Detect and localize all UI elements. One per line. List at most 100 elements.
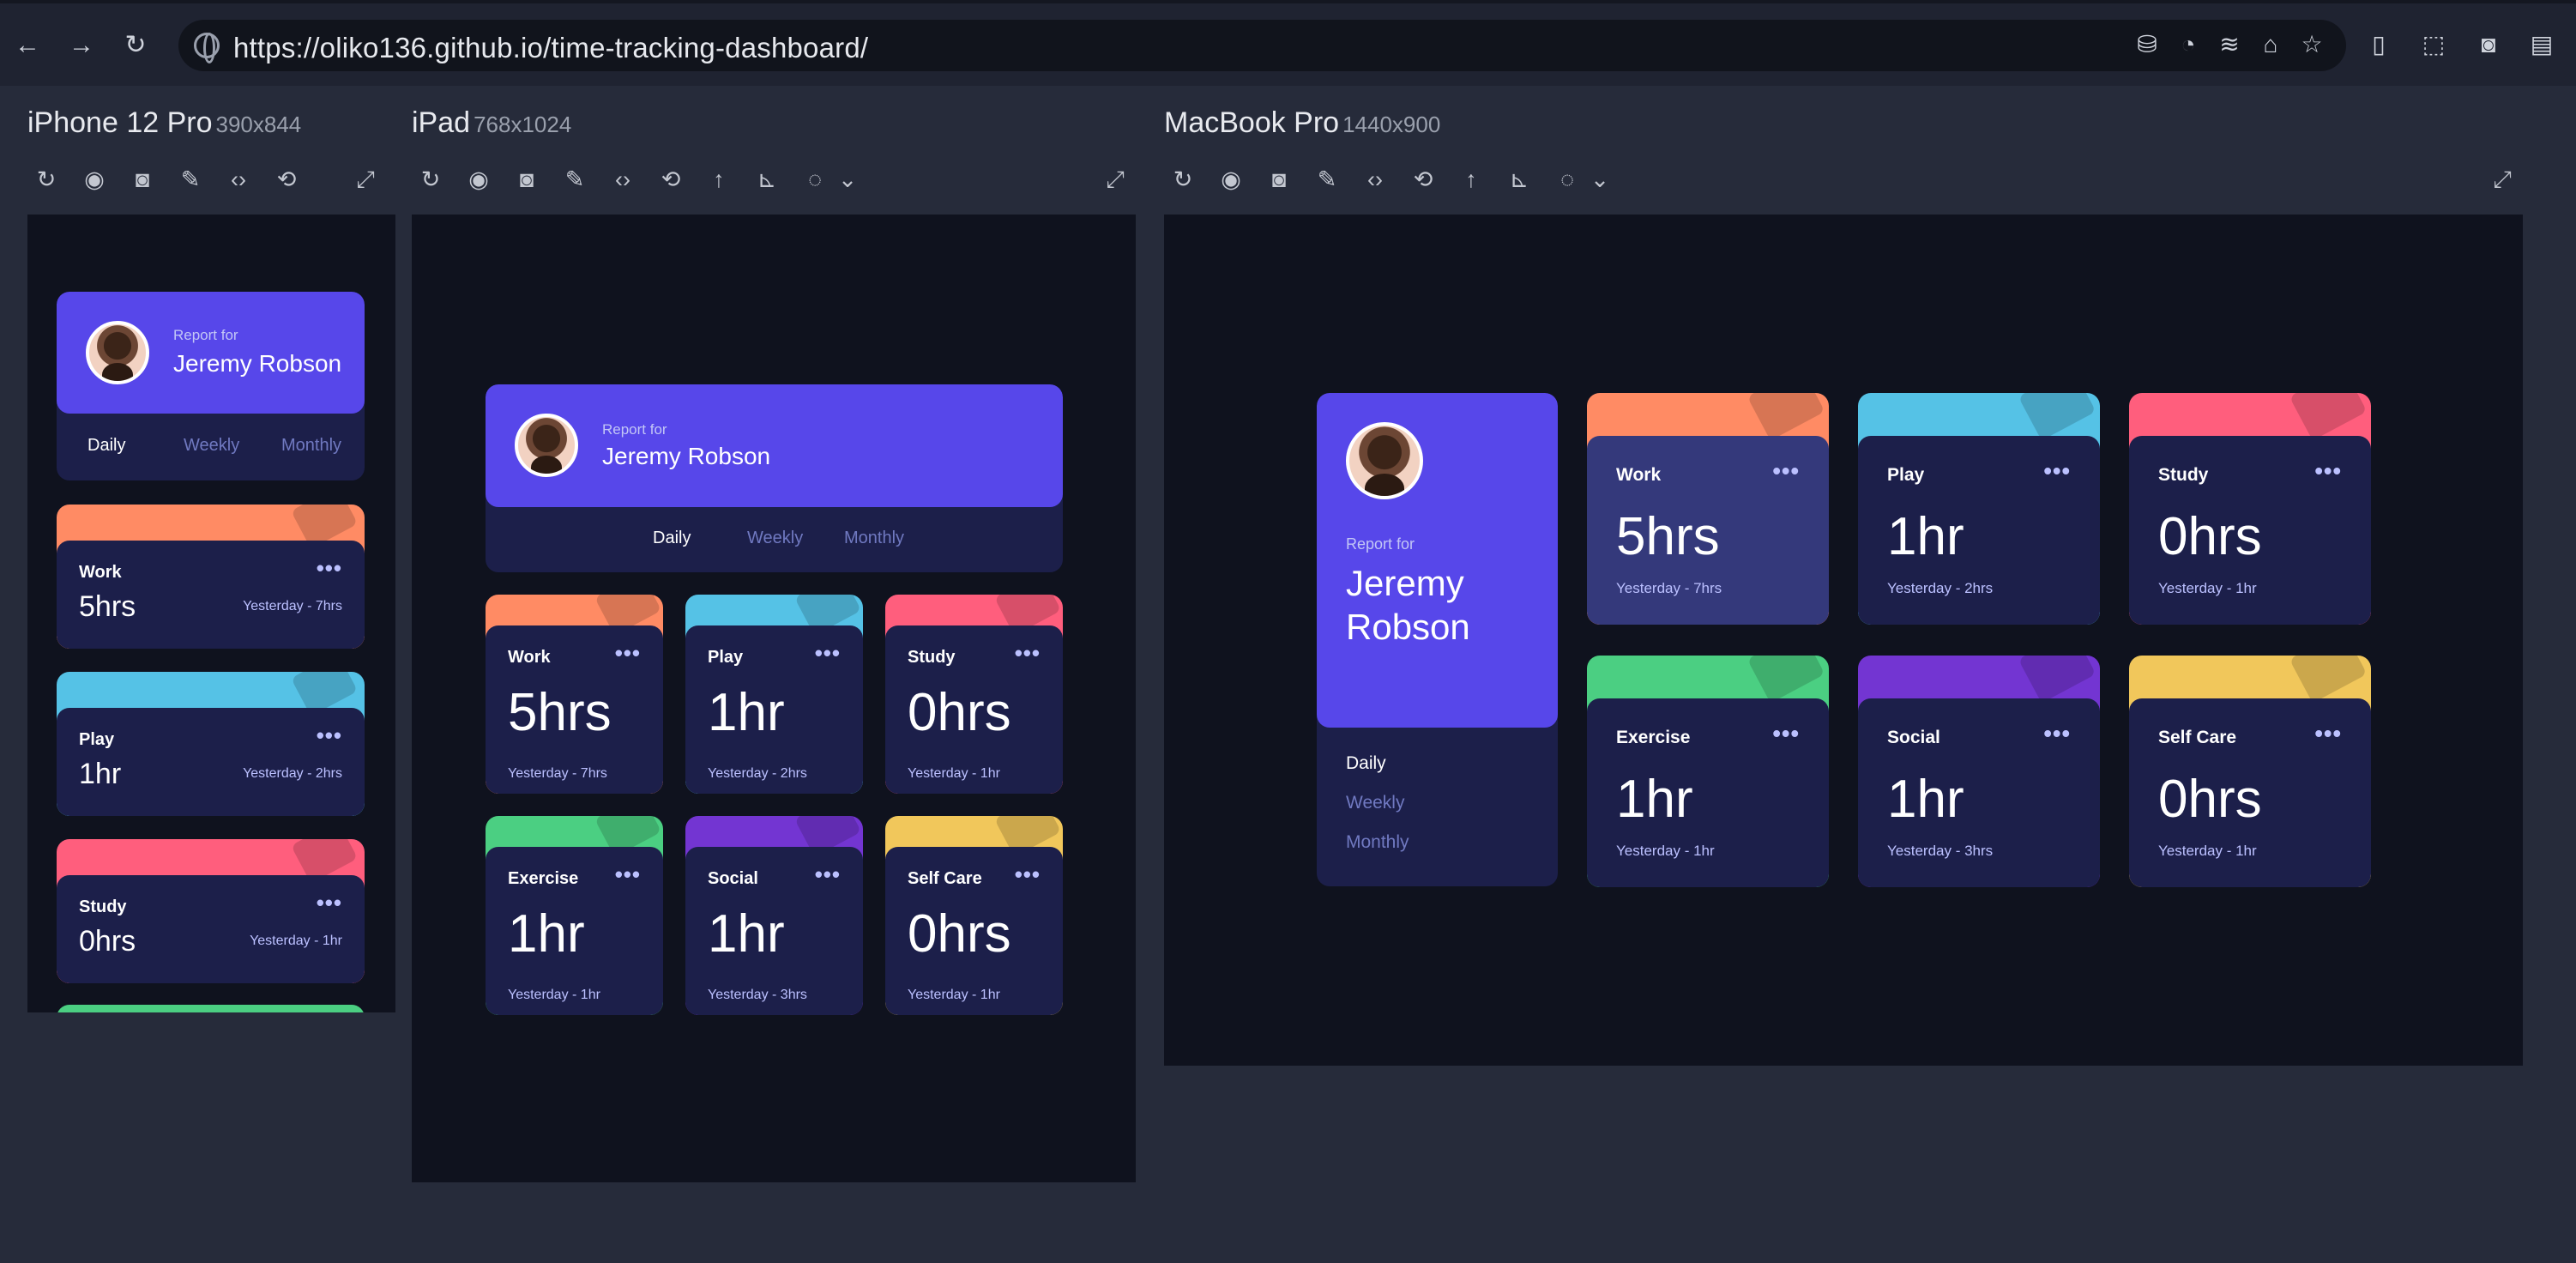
device-title-iphone: iPhone 12 Pro 390x844 xyxy=(27,106,301,140)
camera-icon[interactable]: ◙ xyxy=(1265,166,1293,193)
tab-monthly[interactable]: Monthly xyxy=(281,436,341,456)
code-icon[interactable]: ‹› xyxy=(225,166,252,193)
capture-icon[interactable]: ◉ xyxy=(81,166,108,193)
code-icon[interactable]: ‹› xyxy=(609,166,636,193)
ellipsis-icon[interactable]: ••• xyxy=(317,890,342,916)
activity-card-exercise[interactable]: Exercise ••• 1hr Yesterday - 1hr xyxy=(1587,656,1829,887)
activity-card-work[interactable]: Work ••• 5hrs Yesterday - 7hrs xyxy=(57,505,365,649)
activity-card-study[interactable]: Study ••• 0hrs Yesterday - 1hr xyxy=(885,595,1063,794)
tab-monthly[interactable]: Monthly xyxy=(1346,832,1409,853)
activity-card-self-care[interactable]: Self Care ••• 0hrs Yesterday - 1hr xyxy=(2129,656,2371,887)
previous-hours: Yesterday - 2hrs xyxy=(1887,580,1994,596)
report-for-label: Report for xyxy=(602,421,667,438)
ruler-icon[interactable]: ⊾ xyxy=(1505,166,1533,193)
ellipsis-icon[interactable]: ••• xyxy=(317,722,342,749)
home-icon[interactable]: ⌂ xyxy=(2258,32,2283,57)
pen-icon[interactable]: ✎ xyxy=(1313,166,1341,193)
chevron-icon[interactable]: ⌄ xyxy=(1586,166,1614,193)
activity-card-play[interactable]: Play ••• 1hr Yesterday - 2hrs xyxy=(57,672,365,816)
avatar xyxy=(86,321,149,384)
ellipsis-icon[interactable]: ••• xyxy=(317,555,342,582)
previous-hours: Yesterday - 3hrs xyxy=(708,988,807,1002)
previous-hours: Yesterday - 2hrs xyxy=(243,766,342,781)
activity-card-exercise[interactable]: Exercise ••• 1hr Yesterday - 1hr xyxy=(486,816,663,1015)
upload-icon[interactable]: ↑ xyxy=(1457,166,1485,193)
back-icon[interactable]: ← xyxy=(15,33,40,58)
activity-card-social[interactable]: Social ••• 1hr Yesterday - 3hrs xyxy=(685,816,863,1015)
database-icon[interactable]: ⛁ xyxy=(2134,32,2160,57)
ellipsis-icon[interactable]: ••• xyxy=(615,640,641,667)
activity-card-work[interactable]: Work ••• 5hrs Yesterday - 7hrs xyxy=(1587,393,1829,625)
document-icon[interactable]: ▤ xyxy=(2529,32,2555,57)
capture-icon[interactable]: ◉ xyxy=(1217,166,1245,193)
camera-icon[interactable]: ◙ xyxy=(129,166,156,193)
ellipsis-icon[interactable]: ••• xyxy=(2314,720,2342,747)
current-hours: 0hrs xyxy=(908,683,1011,742)
ellipsis-icon[interactable]: ••• xyxy=(1015,640,1041,667)
current-hours: 1hr xyxy=(708,683,785,742)
camera-icon[interactable]: ◙ xyxy=(2476,32,2501,57)
activity-card-study[interactable]: Study ••• 0hrs Yesterday - 1hr xyxy=(57,839,365,983)
ellipsis-icon[interactable]: ••• xyxy=(1015,861,1041,888)
activity-card-study[interactable]: Study ••• 0hrs Yesterday - 1hr xyxy=(2129,393,2371,625)
tab-weekly[interactable]: Weekly xyxy=(747,529,803,548)
ellipsis-icon[interactable]: ••• xyxy=(2043,457,2071,485)
tab-daily[interactable]: Daily xyxy=(1346,753,1386,774)
reload-icon[interactable]: ↻ xyxy=(1169,166,1197,193)
fullscreen-icon[interactable]: ⤢ xyxy=(1101,166,1129,193)
code-icon[interactable]: ‹› xyxy=(1361,166,1389,193)
pen-icon[interactable]: ✎ xyxy=(561,166,588,193)
star-icon[interactable]: ☆ xyxy=(2299,32,2325,57)
card-title: Work xyxy=(508,648,551,667)
card-title: Work xyxy=(79,563,122,582)
tab-monthly[interactable]: Monthly xyxy=(844,529,904,548)
ellipsis-icon[interactable]: ••• xyxy=(815,640,841,667)
ellipsis-icon[interactable]: ••• xyxy=(2314,457,2342,485)
rotate-icon[interactable]: ⟲ xyxy=(1409,166,1437,193)
ellipsis-icon[interactable]: ••• xyxy=(2043,720,2071,747)
fullscreen-icon[interactable]: ⤢ xyxy=(2489,166,2516,193)
card-body: Self Care ••• 0hrs Yesterday - 1hr xyxy=(885,847,1063,1015)
camera-icon[interactable]: ◙ xyxy=(513,166,540,193)
card-title: Social xyxy=(708,869,758,888)
cookie-icon[interactable]: ◔ xyxy=(2175,32,2201,57)
activity-card-self-care[interactable]: Self Care ••• 0hrs Yesterday - 1hr xyxy=(885,816,1063,1015)
responsive-icon[interactable]: ▯ xyxy=(2366,32,2392,57)
tab-weekly[interactable]: Weekly xyxy=(184,436,239,456)
card-title: Self Care xyxy=(908,869,982,888)
activity-card-social[interactable]: Social ••• 1hr Yesterday - 3hrs xyxy=(1858,656,2100,887)
reload-icon[interactable]: ↻ xyxy=(33,166,60,193)
current-hours: 0hrs xyxy=(2158,770,2262,829)
ruler-icon[interactable]: ⊾ xyxy=(753,166,781,193)
chevron-icon[interactable]: ⌄ xyxy=(834,166,861,193)
tab-daily[interactable]: Daily xyxy=(87,436,125,456)
pen-icon[interactable]: ✎ xyxy=(177,166,204,193)
hide-icon[interactable]: ◌ xyxy=(801,166,829,193)
reload-icon[interactable]: ↻ xyxy=(123,33,148,58)
rotate-icon[interactable]: ⟲ xyxy=(273,166,300,193)
capture-icon[interactable]: ◉ xyxy=(465,166,492,193)
activity-card-exercise[interactable] xyxy=(57,1005,365,1012)
ellipsis-icon[interactable]: ••• xyxy=(1772,720,1800,747)
tab-weekly[interactable]: Weekly xyxy=(1346,793,1404,813)
tab-daily[interactable]: Daily xyxy=(653,529,691,548)
forward-icon[interactable]: → xyxy=(69,33,94,58)
wifi-icon[interactable]: ≋ xyxy=(2217,32,2242,57)
activity-card-play[interactable]: Play ••• 1hr Yesterday - 2hrs xyxy=(685,595,863,794)
activity-card-play[interactable]: Play ••• 1hr Yesterday - 2hrs xyxy=(1858,393,2100,625)
activity-card-work[interactable]: Work ••• 5hrs Yesterday - 7hrs xyxy=(486,595,663,794)
inspect-icon[interactable]: ⬚ xyxy=(2421,32,2446,57)
profile-header: Report for Jeremy Robson xyxy=(1317,393,1558,728)
address-bar[interactable]: https://oliko136.github.io/time-tracking… xyxy=(178,20,2346,71)
rotate-icon[interactable]: ⟲ xyxy=(657,166,685,193)
previous-hours: Yesterday - 1hr xyxy=(2158,843,2257,859)
briefcase-icon xyxy=(1746,393,1825,441)
reload-icon[interactable]: ↻ xyxy=(417,166,444,193)
upload-icon[interactable]: ↑ xyxy=(705,166,733,193)
hide-icon[interactable]: ◌ xyxy=(1553,166,1581,193)
ellipsis-icon[interactable]: ••• xyxy=(615,861,641,888)
ellipsis-icon[interactable]: ••• xyxy=(1772,457,1800,485)
current-hours: 1hr xyxy=(1887,507,1964,566)
ellipsis-icon[interactable]: ••• xyxy=(815,861,841,888)
fullscreen-icon[interactable]: ⤢ xyxy=(352,166,379,193)
